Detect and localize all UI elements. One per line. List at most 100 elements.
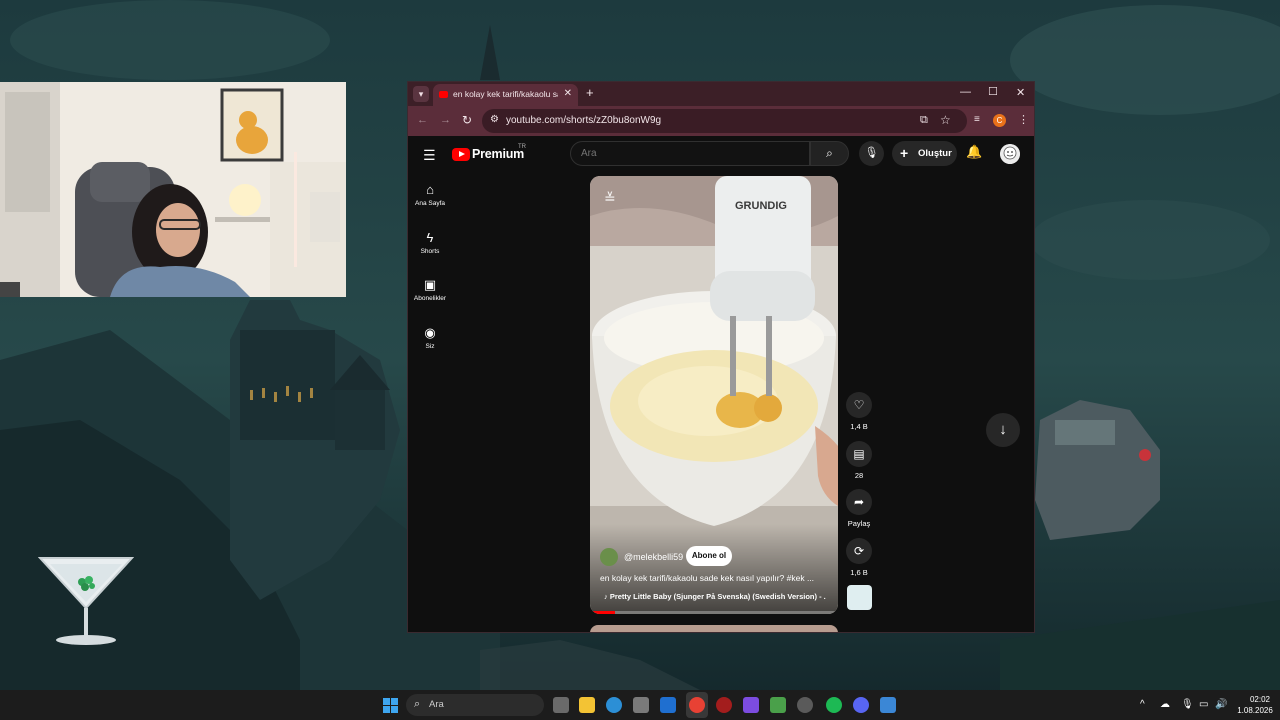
channel-name[interactable]: @melekbelli59 bbox=[624, 552, 683, 562]
microsoft-store-icon[interactable] bbox=[633, 697, 649, 713]
more-menu-icon[interactable]: ⋮ bbox=[1018, 113, 1029, 126]
profile-avatar[interactable]: C bbox=[993, 114, 1006, 127]
app-red-icon[interactable] bbox=[716, 697, 732, 713]
tray-overflow-icon[interactable]: ^ bbox=[1140, 699, 1145, 710]
video-filter-icon[interactable]: ≚ bbox=[604, 190, 616, 207]
voice-search-button[interactable]: 🎙 bbox=[859, 141, 884, 166]
tab-title: en kolay kek tarifi/kakaolu sade kek nas… bbox=[453, 89, 558, 99]
app-blue-icon[interactable] bbox=[880, 697, 896, 713]
browser-window: ▾ en kolay kek tarifi/kakaolu sade kek n… bbox=[407, 81, 1035, 633]
sidebar-item-label: Shorts bbox=[420, 248, 440, 255]
share-icon[interactable]: ➦ bbox=[846, 489, 872, 515]
channel-avatar[interactable] bbox=[600, 548, 618, 566]
sidebar-item-home[interactable]: ⌂ Ana Sayfa bbox=[412, 182, 448, 207]
logo-text: Premium bbox=[472, 147, 525, 161]
address-bar[interactable]: ⚙ youtube.com/shorts/zZ0bu8onW9g ⧉ ☆ bbox=[482, 109, 967, 133]
clock-date[interactable]: 1.08.2026 bbox=[1232, 706, 1278, 715]
clock-time[interactable]: 02:02 bbox=[1242, 695, 1278, 704]
app-settings-icon[interactable] bbox=[797, 697, 813, 713]
edge-browser-icon[interactable] bbox=[606, 697, 622, 713]
microphone-icon[interactable]: 🎙 bbox=[1181, 699, 1194, 710]
like-action[interactable]: ♡ 1,4 B bbox=[846, 392, 872, 431]
you-icon: ◉ bbox=[424, 325, 436, 340]
search-icon: ⌕ bbox=[414, 698, 421, 710]
network-icon[interactable]: ▭ bbox=[1199, 699, 1208, 710]
video-caption[interactable]: en kolay kek tarifi/kakaolu sade kek nas… bbox=[600, 573, 825, 583]
comment-action[interactable]: ▤ 28 bbox=[846, 441, 872, 480]
notifications-bell-icon[interactable]: 🔔 bbox=[966, 144, 982, 160]
sidebar-item-label: Ana Sayfa bbox=[415, 200, 445, 207]
back-button[interactable]: ← bbox=[417, 114, 428, 126]
search-input[interactable] bbox=[581, 148, 781, 159]
plus-icon: + bbox=[900, 145, 909, 161]
comment-icon[interactable]: ▤ bbox=[846, 441, 872, 467]
taskbar: ⌕ Ara ^ ☁ 🎙 ▭ 🔊 02:02 1.08.2026 bbox=[0, 690, 1280, 720]
video-progress-fill bbox=[590, 611, 615, 614]
browser-toolbar: ← → ↻ ⚙ youtube.com/shorts/zZ0bu8onW9g ⧉… bbox=[408, 106, 1034, 136]
tab-search-menu-button[interactable]: ▾ bbox=[413, 86, 429, 102]
spotify-icon[interactable] bbox=[826, 697, 842, 713]
music-title: Pretty Little Baby (Sjunger På Svenska) … bbox=[609, 592, 826, 601]
account-avatar[interactable] bbox=[1000, 144, 1020, 164]
remix-icon[interactable]: ⟳ bbox=[846, 538, 872, 564]
app-green-play-icon[interactable] bbox=[770, 697, 786, 713]
windows-start-icon[interactable] bbox=[383, 698, 398, 713]
arrow-down-icon: ↓ bbox=[999, 421, 1007, 438]
create-label: Oluştur bbox=[918, 148, 952, 159]
discord-icon[interactable] bbox=[853, 697, 869, 713]
create-button[interactable]: + Oluştur bbox=[892, 141, 957, 166]
youtube-play-icon bbox=[452, 148, 470, 161]
short-video-player[interactable]: GRUNDIG ≚ @melekbelli59 Abone ol en kola… bbox=[590, 176, 838, 614]
window-maximize-button[interactable]: ☐ bbox=[988, 85, 998, 98]
sidebar-item-you[interactable]: ◉ Siz bbox=[412, 325, 448, 350]
reading-list-icon[interactable]: ≡ bbox=[974, 114, 980, 125]
youtube-page: ☰ Premium TR ⌕ 🎙 + Oluştur 🔔 ⌂ Ana Sayfa bbox=[408, 136, 1034, 632]
taskbar-search-placeholder: Ara bbox=[429, 699, 444, 710]
next-short-preview[interactable] bbox=[590, 625, 838, 632]
tab-bar: ▾ en kolay kek tarifi/kakaolu sade kek n… bbox=[408, 82, 1034, 106]
youtube-logo[interactable]: Premium TR bbox=[452, 144, 532, 167]
cocktail-glass-decoration bbox=[38, 557, 134, 645]
account-avatar-image bbox=[1000, 144, 1020, 164]
search-button[interactable]: ⌕ bbox=[810, 141, 849, 166]
share-action[interactable]: ➦ Paylaş bbox=[846, 489, 872, 528]
onedrive-icon[interactable]: ☁ bbox=[1160, 699, 1170, 710]
logo-country-code: TR bbox=[518, 144, 526, 150]
like-icon[interactable]: ♡ bbox=[846, 392, 872, 418]
task-view-icon[interactable] bbox=[553, 697, 569, 713]
site-info-icon[interactable]: ⚙ bbox=[490, 114, 499, 125]
remix-count: 1,6 B bbox=[850, 568, 868, 577]
tab-close-icon[interactable]: ✕ bbox=[564, 88, 572, 99]
sidebar-item-subscriptions[interactable]: ▣ Abonelikler bbox=[412, 277, 448, 302]
sidebar-item-label: Abonelikler bbox=[413, 295, 447, 302]
app-purple-icon[interactable] bbox=[743, 697, 759, 713]
subscriptions-icon: ▣ bbox=[423, 277, 437, 292]
video-progress-bar[interactable] bbox=[590, 611, 838, 614]
window-minimize-button[interactable]: — bbox=[960, 86, 971, 98]
youtube-favicon-icon bbox=[439, 91, 448, 98]
next-short-button[interactable]: ↓ bbox=[986, 413, 1020, 447]
new-tab-button[interactable]: + bbox=[586, 85, 594, 100]
browser-tab-active[interactable]: en kolay kek tarifi/kakaolu sade kek nas… bbox=[433, 84, 578, 106]
remix-action[interactable]: ⟳ 1,6 B bbox=[846, 538, 872, 577]
volume-icon[interactable]: 🔊 bbox=[1215, 699, 1227, 710]
file-explorer-icon[interactable] bbox=[579, 697, 595, 713]
bookmark-star-icon[interactable]: ☆ bbox=[940, 113, 951, 127]
sidebar-item-shorts[interactable]: ϟ Shorts bbox=[412, 230, 448, 255]
hamburger-menu-icon[interactable]: ☰ bbox=[423, 147, 436, 164]
url-text: youtube.com/shorts/zZ0bu8onW9g bbox=[506, 115, 662, 126]
subscribe-button[interactable]: Abone ol bbox=[686, 546, 732, 566]
forward-button[interactable]: → bbox=[440, 114, 451, 126]
search-icon: ⌕ bbox=[826, 146, 833, 160]
chrome-icon[interactable] bbox=[689, 697, 705, 713]
sound-thumbnail[interactable] bbox=[847, 585, 872, 610]
comment-count: 28 bbox=[854, 471, 864, 480]
install-app-icon[interactable]: ⧉ bbox=[920, 114, 928, 127]
window-close-button[interactable]: ✕ bbox=[1016, 86, 1025, 99]
reload-button[interactable]: ↻ bbox=[462, 113, 472, 127]
music-credit[interactable]: ♪ Pretty Little Baby (Sjunger På Svenska… bbox=[604, 592, 826, 601]
microphone-icon: 🎙 bbox=[864, 147, 879, 159]
like-count: 1,4 B bbox=[850, 422, 868, 431]
outlook-icon[interactable] bbox=[660, 697, 676, 713]
taskbar-search[interactable]: ⌕ Ara bbox=[406, 694, 544, 716]
